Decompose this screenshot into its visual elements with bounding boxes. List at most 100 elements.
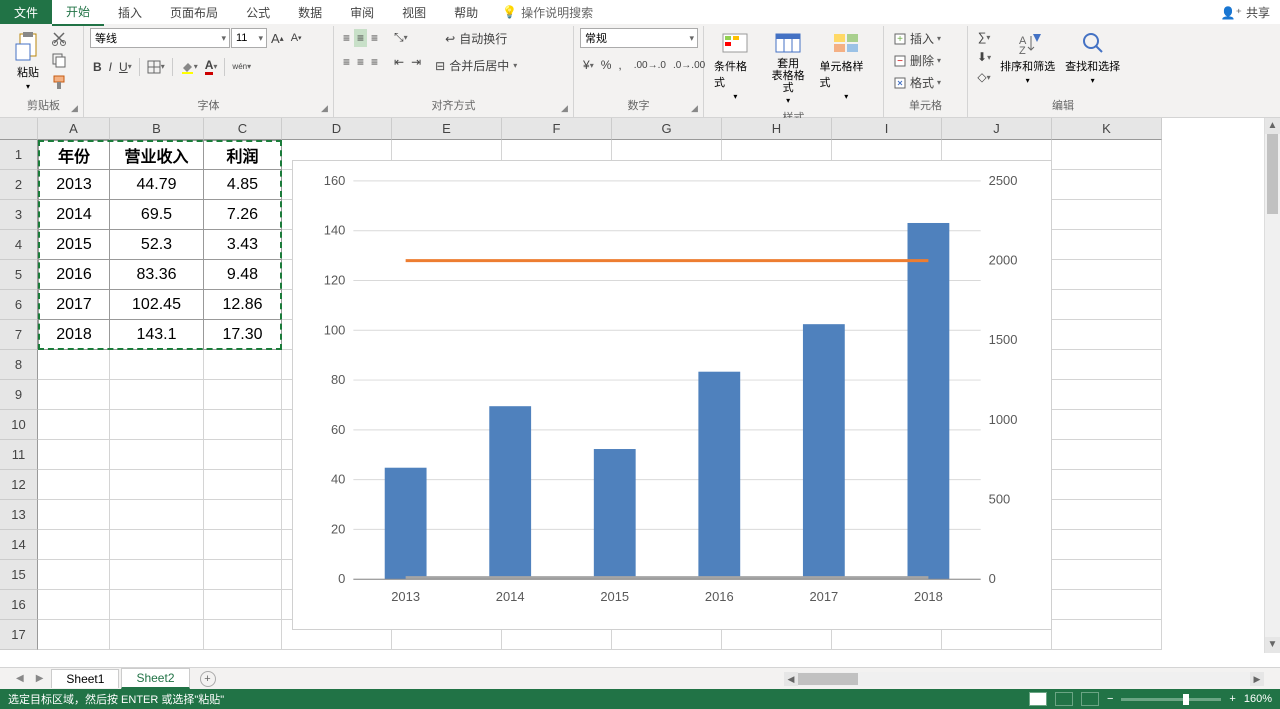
cell[interactable]: 4.85 [204, 170, 282, 200]
number-format-combo[interactable]: 常规 [580, 28, 698, 48]
add-sheet-button[interactable]: + [200, 671, 216, 687]
cell[interactable]: 2018 [38, 320, 110, 350]
format-table-button[interactable]: 套用 表格格式▾ [763, 28, 814, 107]
horizontal-scrollbar[interactable]: ◀ ▶ [784, 672, 1264, 686]
scroll-left-arrow[interactable]: ◀ [784, 672, 798, 686]
delete-cells-button[interactable]: −删除 [890, 50, 944, 71]
row-header-4[interactable]: 4 [0, 230, 38, 260]
cell[interactable] [204, 530, 282, 560]
cell[interactable]: 12.86 [204, 290, 282, 320]
autosum-button[interactable]: ∑ [974, 28, 994, 46]
font-size-combo[interactable]: 11 [231, 28, 267, 48]
underline-button[interactable]: U [116, 58, 135, 76]
cell[interactable] [110, 470, 204, 500]
file-menu[interactable]: 文件 [0, 0, 52, 24]
row-header-6[interactable]: 6 [0, 290, 38, 320]
border-button[interactable] [144, 58, 168, 76]
indent-increase-button[interactable]: ⇥ [408, 53, 424, 71]
cell[interactable]: 2015 [38, 230, 110, 260]
cell[interactable] [38, 440, 110, 470]
align-right-button[interactable]: ≡ [368, 53, 381, 71]
tab-view[interactable]: 视图 [388, 0, 440, 25]
font-name-combo[interactable]: 等线 [90, 28, 230, 48]
paste-button[interactable]: 粘贴 ▾ [10, 28, 46, 93]
fill-color-button[interactable] [177, 58, 201, 76]
cell[interactable]: 44.79 [110, 170, 204, 200]
tab-insert[interactable]: 插入 [104, 0, 156, 25]
cell[interactable] [1052, 320, 1162, 350]
col-header-H[interactable]: H [722, 118, 832, 140]
format-painter-button[interactable] [48, 72, 70, 92]
font-launcher[interactable]: ◢ [321, 103, 331, 113]
number-launcher[interactable]: ◢ [691, 103, 701, 113]
cell[interactable] [204, 500, 282, 530]
normal-view-button[interactable] [1029, 692, 1047, 706]
increase-decimal-button[interactable]: .00→.0 [631, 58, 669, 73]
cell[interactable] [110, 410, 204, 440]
cell[interactable] [110, 590, 204, 620]
shrink-font-button[interactable]: A▾ [288, 30, 305, 46]
cell[interactable] [204, 560, 282, 590]
page-layout-view-button[interactable] [1055, 692, 1073, 706]
cell[interactable]: 69.5 [110, 200, 204, 230]
share-button[interactable]: 👤⁺ 共享 [1221, 4, 1270, 21]
bold-button[interactable]: B [90, 58, 105, 76]
cell[interactable] [1052, 530, 1162, 560]
grow-font-button[interactable]: A▴ [268, 29, 287, 48]
cell[interactable]: 2017 [38, 290, 110, 320]
scroll-up-arrow[interactable]: ▲ [1265, 118, 1280, 134]
col-header-J[interactable]: J [942, 118, 1052, 140]
insert-cells-button[interactable]: +插入 [890, 28, 944, 49]
sort-filter-button[interactable]: AZ排序和筛选▾ [996, 28, 1059, 87]
cell[interactable] [110, 380, 204, 410]
cell[interactable] [1052, 560, 1162, 590]
cell[interactable] [38, 350, 110, 380]
comma-button[interactable]: , [615, 56, 624, 74]
row-header-8[interactable]: 8 [0, 350, 38, 380]
cell[interactable] [1052, 500, 1162, 530]
sheet-tab-2[interactable]: Sheet2 [121, 668, 189, 689]
row-header-12[interactable]: 12 [0, 470, 38, 500]
row-header-11[interactable]: 11 [0, 440, 38, 470]
col-header-E[interactable]: E [392, 118, 502, 140]
tab-layout[interactable]: 页面布局 [156, 0, 232, 25]
cell[interactable]: 83.36 [110, 260, 204, 290]
cell[interactable] [1052, 470, 1162, 500]
col-header-C[interactable]: C [204, 118, 282, 140]
copy-button[interactable] [48, 50, 70, 70]
zoom-out-button[interactable]: − [1107, 693, 1113, 705]
percent-button[interactable]: % [598, 56, 615, 74]
cell[interactable] [38, 470, 110, 500]
tab-nav-next[interactable]: ▶ [30, 673, 50, 684]
zoom-slider[interactable] [1121, 698, 1221, 701]
align-bottom-button[interactable]: ≡ [368, 29, 381, 47]
font-color-button[interactable]: A [202, 56, 221, 77]
cell[interactable] [204, 440, 282, 470]
cell[interactable] [204, 410, 282, 440]
clear-button[interactable]: ◇ [974, 68, 994, 86]
tab-data[interactable]: 数据 [284, 0, 336, 25]
cell[interactable] [1052, 380, 1162, 410]
cell[interactable] [38, 410, 110, 440]
vertical-scrollbar[interactable]: ▲ ▼ [1264, 118, 1280, 653]
cell[interactable] [110, 620, 204, 650]
find-select-button[interactable]: 查找和选择▾ [1061, 28, 1124, 87]
clipboard-launcher[interactable]: ◢ [71, 103, 81, 113]
cell[interactable] [1052, 290, 1162, 320]
wrap-text-button[interactable]: ↩自动换行 [432, 28, 520, 49]
sheet-tab-1[interactable]: Sheet1 [51, 669, 119, 688]
cell[interactable] [1052, 440, 1162, 470]
cell[interactable] [38, 530, 110, 560]
cell[interactable] [204, 380, 282, 410]
cell[interactable] [204, 590, 282, 620]
cell[interactable] [204, 470, 282, 500]
zoom-in-button[interactable]: + [1229, 693, 1235, 705]
worksheet[interactable]: 1234567891011121314151617 ABCDEFGHIJK 年份… [0, 118, 1280, 653]
cell[interactable] [204, 620, 282, 650]
cell[interactable]: 9.48 [204, 260, 282, 290]
row-header-1[interactable]: 1 [0, 140, 38, 170]
cell[interactable]: 143.1 [110, 320, 204, 350]
indent-decrease-button[interactable]: ⇤ [391, 53, 407, 71]
orientation-button[interactable]: ⤡ [391, 28, 411, 47]
tab-home[interactable]: 开始 [52, 0, 104, 26]
